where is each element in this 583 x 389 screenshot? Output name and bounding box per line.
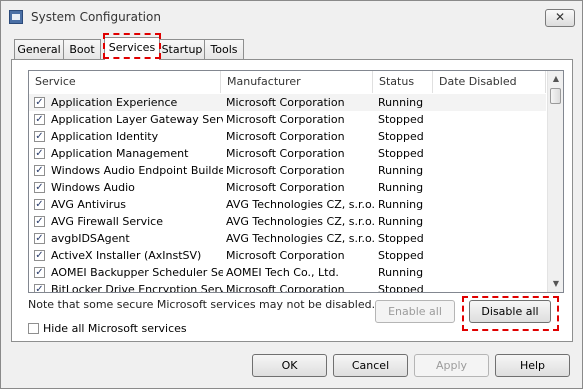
help-button[interactable]: Help: [495, 354, 570, 377]
service-checkbox[interactable]: ✓: [34, 233, 45, 244]
table-row[interactable]: ✓ BitLocker Drive Encryption Service Micro…: [29, 281, 546, 293]
services-tab-highlight: [103, 33, 161, 59]
service-checkbox[interactable]: ✓: [34, 284, 45, 292]
service-name-cell: AOMEI Backupper Scheduler Ser...: [51, 266, 223, 279]
table-row[interactable]: ✓ Application Experience Microsoft Corpora…: [29, 94, 546, 111]
status-cell: Stopped: [378, 232, 424, 245]
tab-general[interactable]: General: [14, 39, 64, 59]
checkbox-box[interactable]: [28, 323, 39, 334]
status-cell: Running: [378, 266, 424, 279]
status-cell: Stopped: [378, 113, 424, 126]
status-cell: Stopped: [378, 249, 424, 262]
services-panel: Service Manufacturer Status Date Disable…: [11, 59, 573, 342]
service-checkbox[interactable]: ✓: [34, 267, 45, 278]
table-row[interactable]: ✓ Windows Audio Microsoft Corporation Runni…: [29, 179, 546, 196]
manufacturer-cell: Microsoft Corporation: [226, 130, 345, 143]
manufacturer-cell: AVG Technologies CZ, s.r.o.: [226, 198, 374, 211]
service-checkbox[interactable]: ✓: [34, 148, 45, 159]
table-row[interactable]: ✓ AVG Antivirus AVG Technologies CZ, s.r.o…: [29, 196, 546, 213]
title-bar: System Configuration ✕: [1, 1, 582, 33]
service-checkbox[interactable]: ✓: [34, 199, 45, 210]
service-name-cell: BitLocker Drive Encryption Service: [51, 283, 223, 293]
table-row[interactable]: ✓ ActiveX Installer (AxInstSV) Microsoft C…: [29, 247, 546, 264]
window-title: System Configuration: [31, 10, 161, 24]
ok-button[interactable]: OK: [252, 354, 327, 377]
service-checkbox[interactable]: ✓: [34, 165, 45, 176]
service-checkbox[interactable]: ✓: [34, 97, 45, 108]
manufacturer-cell: AVG Technologies CZ, s.r.o.: [226, 215, 374, 228]
cancel-button[interactable]: Cancel: [333, 354, 408, 377]
table-row[interactable]: ✓ AVG Firewall Service AVG Technologies CZ…: [29, 213, 546, 230]
tab-startup[interactable]: Startup: [159, 39, 205, 59]
service-name-cell: ActiveX Installer (AxInstSV): [51, 249, 202, 262]
hide-microsoft-services-label: Hide all Microsoft services: [43, 322, 187, 335]
table-row[interactable]: ✓ Windows Audio Endpoint Builder Microsoft…: [29, 162, 546, 179]
service-name-cell: Application Management: [51, 147, 189, 160]
status-cell: Running: [378, 215, 424, 228]
status-cell: Running: [378, 181, 424, 194]
scroll-thumb[interactable]: [550, 88, 561, 104]
table-row[interactable]: ✓ Application Identity Microsoft Corporati…: [29, 128, 546, 145]
services-list[interactable]: Service Manufacturer Status Date Disable…: [28, 70, 564, 293]
enable-all-button[interactable]: Enable all: [375, 300, 455, 323]
tab-bar: General Boot Services Startup Tools: [1, 37, 583, 60]
manufacturer-cell: AOMEI Tech Co., Ltd.: [226, 266, 339, 279]
status-cell: Stopped: [378, 130, 424, 143]
table-row[interactable]: ✓ Application Management Microsoft Corpora…: [29, 145, 546, 162]
close-button[interactable]: ✕: [545, 9, 575, 27]
service-name-cell: Application Layer Gateway Service: [51, 113, 223, 126]
column-header-service[interactable]: Service: [29, 71, 221, 93]
apply-button[interactable]: Apply: [414, 354, 489, 377]
table-row[interactable]: ✓ avgbIDSAgent AVG Technologies CZ, s.r.o.…: [29, 230, 546, 247]
vertical-scrollbar[interactable]: ▲ ▼: [547, 71, 563, 292]
scroll-down-arrow-icon[interactable]: ▼: [548, 276, 563, 292]
service-name-cell: Windows Audio Endpoint Builder: [51, 164, 223, 177]
service-rows: ✓ Application Experience Microsoft Corpora…: [29, 94, 546, 293]
manufacturer-cell: Microsoft Corporation: [226, 249, 345, 262]
service-checkbox[interactable]: ✓: [34, 131, 45, 142]
column-header-date-disabled[interactable]: Date Disabled: [433, 71, 546, 93]
manufacturer-cell: Microsoft Corporation: [226, 283, 345, 293]
manufacturer-cell: Microsoft Corporation: [226, 113, 345, 126]
column-header-manufacturer[interactable]: Manufacturer: [221, 71, 373, 93]
column-header-status[interactable]: Status: [373, 71, 433, 93]
system-configuration-window: System Configuration ✕ General Boot Serv…: [0, 0, 583, 389]
status-cell: Stopped: [378, 147, 424, 160]
scroll-up-arrow-icon[interactable]: ▲: [548, 71, 563, 87]
service-name-cell: avgbIDSAgent: [51, 232, 130, 245]
service-name-cell: Application Identity: [51, 130, 159, 143]
service-checkbox[interactable]: ✓: [34, 250, 45, 261]
manufacturer-cell: Microsoft Corporation: [226, 147, 345, 160]
status-cell: Stopped: [378, 283, 424, 293]
status-cell: Running: [378, 198, 424, 211]
msconfig-app-icon: [9, 10, 23, 24]
manufacturer-cell: Microsoft Corporation: [226, 181, 345, 194]
manufacturer-cell: Microsoft Corporation: [226, 164, 345, 177]
manufacturer-cell: AVG Technologies CZ, s.r.o.: [226, 232, 374, 245]
status-cell: Running: [378, 164, 424, 177]
service-name-cell: AVG Antivirus: [51, 198, 127, 211]
manufacturer-cell: Microsoft Corporation: [226, 96, 345, 109]
tab-boot[interactable]: Boot: [63, 39, 101, 59]
status-cell: Running: [378, 96, 424, 109]
secure-services-note: Note that some secure Microsoft services…: [28, 298, 376, 311]
service-name-cell: Application Experience: [51, 96, 178, 109]
service-checkbox[interactable]: ✓: [34, 114, 45, 125]
table-row[interactable]: ✓ AOMEI Backupper Scheduler Ser... AOMEI T…: [29, 264, 546, 281]
tab-tools[interactable]: Tools: [204, 39, 244, 59]
service-name-cell: Windows Audio: [51, 181, 135, 194]
service-checkbox[interactable]: ✓: [34, 182, 45, 193]
service-checkbox[interactable]: ✓: [34, 216, 45, 227]
service-name-cell: AVG Firewall Service: [51, 215, 163, 228]
table-row[interactable]: ✓ Application Layer Gateway ServiceMicros…: [29, 111, 546, 128]
disable-all-highlight: [462, 296, 559, 331]
